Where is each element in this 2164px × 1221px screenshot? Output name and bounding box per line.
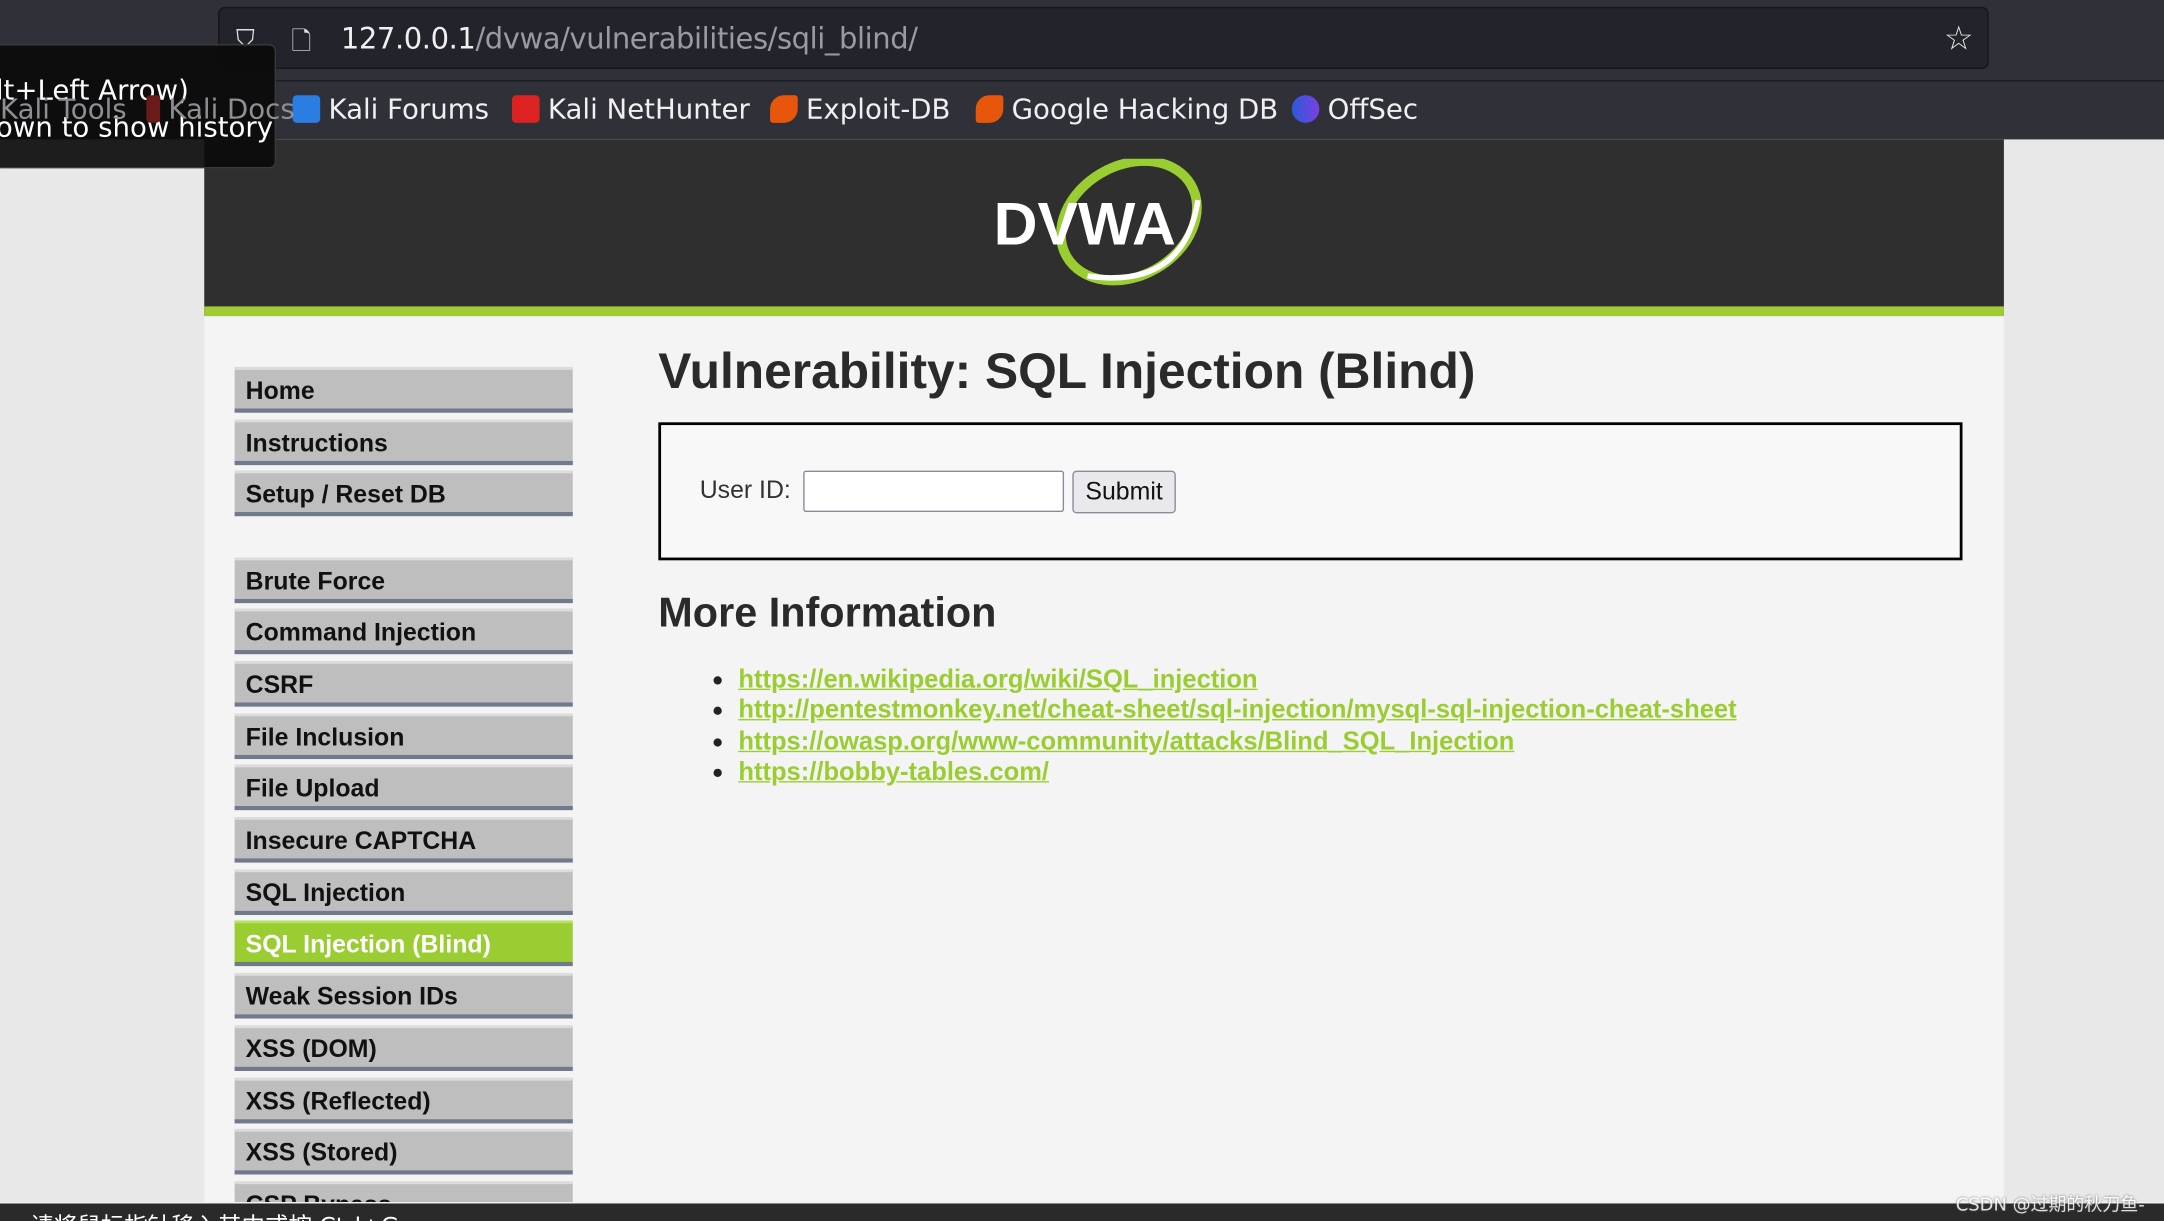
- bookmark-label: Google Hacking DB: [1011, 92, 1279, 126]
- dvwa-page: DVWA Home Instructions Setup / Reset DB Bru…: [204, 139, 2004, 1221]
- url-path: /dvwa/vulnerabilities/sqli_blind/: [475, 22, 918, 56]
- offsec-icon: [1291, 95, 1320, 123]
- menu-item-sql-injection-blind[interactable]: SQL Injection (Blind): [234, 921, 573, 967]
- status-bar: 请将鼠标指针移入其中或按 Ctrl+G: [0, 1202, 2164, 1221]
- exploit-db-icon: [770, 95, 798, 123]
- bookmark-label: Kali Forums: [328, 92, 490, 126]
- menu-item-xss-dom[interactable]: XSS (DOM): [234, 1025, 573, 1071]
- user-id-label: User ID:: [699, 476, 791, 504]
- list-item: https://bobby-tables.com/: [738, 756, 1736, 787]
- dvwa-logo: DVWA: [994, 158, 1202, 286]
- bookmark-label: Exploit-DB: [805, 92, 951, 126]
- kali-forums-icon: [292, 95, 321, 123]
- dvwa-header: DVWA: [204, 139, 2004, 317]
- screen: ⛉ 🗋 127.0.0.1/dvwa/vulnerabilities/sqli_…: [0, 0, 2164, 1221]
- bookmark-kali-forums[interactable]: Kali Forums: [292, 92, 490, 126]
- list-item: https://en.wikipedia.org/wiki/SQL_inject…: [738, 664, 1736, 695]
- link-wikipedia[interactable]: https://en.wikipedia.org/wiki/SQL_inject…: [738, 664, 1257, 693]
- watermark: CSDN @过期的秋刀鱼-: [1955, 1195, 2145, 1216]
- user-id-input[interactable]: [803, 470, 1065, 513]
- bookmark-label: Kali Docs: [168, 92, 295, 126]
- bookmark-kali-tools[interactable]: Kali Tools: [0, 92, 127, 125]
- menu-item-instructions[interactable]: Instructions: [234, 419, 573, 465]
- link-bobby-tables[interactable]: https://bobby-tables.com/: [738, 756, 1049, 785]
- kali-nethunter-icon: [512, 95, 540, 123]
- menu-item-xss-stored[interactable]: XSS (Stored): [234, 1129, 573, 1175]
- bookmark-exploit-db[interactable]: Exploit-DB: [770, 92, 951, 126]
- menu-item-brute-force[interactable]: Brute Force: [234, 556, 573, 603]
- menu-item-home[interactable]: Home: [234, 367, 573, 413]
- url-text[interactable]: 127.0.0.1/dvwa/vulnerabilities/sqli_blin…: [341, 22, 918, 55]
- list-item: https://owasp.org/www-community/attacks/…: [738, 725, 1736, 756]
- url-host: 127.0.0.1: [340, 22, 476, 56]
- menu-item-file-upload[interactable]: File Upload: [234, 764, 573, 811]
- bookmark-kali-nethunter[interactable]: Kali NetHunter: [512, 92, 750, 126]
- menu-item-file-inclusion[interactable]: File Inclusion: [234, 712, 573, 759]
- browser-toolbar: ⛉ 🗋 127.0.0.1/dvwa/vulnerabilities/sqli_…: [0, 0, 2164, 141]
- bookmark-label: Kali NetHunter: [547, 92, 750, 126]
- page-icon: 🗋: [291, 27, 312, 57]
- link-owasp[interactable]: https://owasp.org/www-community/attacks/…: [738, 725, 1514, 754]
- more-info-links: https://en.wikipedia.org/wiki/SQL_inject…: [658, 664, 1736, 787]
- menu-item-command-injection[interactable]: Command Injection: [234, 608, 573, 655]
- page-title: Vulnerability: SQL Injection (Blind): [658, 342, 1476, 399]
- more-information-heading: More Information: [658, 590, 997, 637]
- kali-docs-icon: [146, 95, 161, 123]
- bookmark-offsec[interactable]: OffSec: [1291, 92, 1419, 126]
- status-text: 请将鼠标指针移入其中或按 Ctrl+G: [30, 1206, 399, 1221]
- link-pentestmonkey[interactable]: http://pentestmonkey.net/cheat-sheet/sql…: [738, 695, 1736, 724]
- list-item: http://pentestmonkey.net/cheat-sheet/sql…: [738, 695, 1736, 726]
- menu-item-insecure-captcha[interactable]: Insecure CAPTCHA: [234, 817, 573, 863]
- submit-button[interactable]: Submit: [1072, 470, 1176, 514]
- bookmark-google-hacking-db[interactable]: Google Hacking DB: [975, 92, 1279, 126]
- user-id-form: User ID: Submit: [658, 422, 1963, 561]
- bookmark-kali-docs[interactable]: Kali Docs: [146, 92, 295, 126]
- address-bar[interactable]: ⛉ 🗋 127.0.0.1/dvwa/vulnerabilities/sqli_…: [218, 6, 1989, 70]
- menu-item-setup-reset-db[interactable]: Setup / Reset DB: [234, 471, 573, 517]
- bookmark-label: Kali Tools: [0, 92, 127, 126]
- svg-text:DVWA: DVWA: [994, 189, 1176, 257]
- menu-item-sql-injection[interactable]: SQL Injection: [234, 869, 573, 915]
- bookmarks-bar: Kali Tools Kali Docs Kali Forums Kali Ne…: [0, 80, 2164, 141]
- bookmark-star-icon[interactable]: ☆: [1944, 19, 1974, 58]
- exploit-db-icon: [975, 95, 1004, 123]
- menu-item-xss-reflected[interactable]: XSS (Reflected): [234, 1077, 573, 1123]
- menu-item-csrf[interactable]: CSRF: [234, 660, 573, 707]
- bookmark-label: OffSec: [1327, 92, 1419, 126]
- menu-item-weak-session-ids[interactable]: Weak Session IDs: [234, 973, 573, 1019]
